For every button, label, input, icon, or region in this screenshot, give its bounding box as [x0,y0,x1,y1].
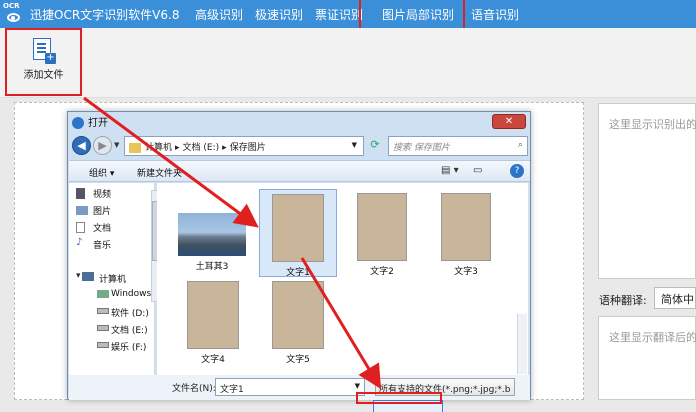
crumb-drive-e[interactable]: 文档 (E:) [183,143,220,153]
nav-item-computer[interactable]: 计算机 [99,272,126,285]
logo-text: OCR [3,2,20,10]
nav-item-drive-d[interactable]: 软件 (D:) [111,306,149,319]
organize-button[interactable]: 组织 ▾ [89,166,114,179]
search-input[interactable]: 搜索 保存图片 ⌕ [388,136,528,156]
file-item-text4[interactable]: 文字4 [177,281,249,365]
dialog-close-button[interactable]: ✕ [492,114,526,129]
address-dropdown-icon[interactable]: ▼ [352,141,357,149]
crumb-sep: ▸ [222,143,227,153]
crumb-saved-images[interactable]: 保存图片 [230,143,266,153]
preview-pane-icon[interactable]: ▭ [473,165,482,176]
refresh-icon[interactable]: ⟳ [366,136,384,156]
file-list: 土耳其3 文字1 文字2 文字3 文字4 文字5 [157,183,528,375]
open-button-highlight-box [356,392,442,404]
search-icon[interactable]: ⌕ [518,140,523,150]
navigation-pane: 视频 图片 文档 ♪ 音乐 ▾ 计算机 Windows 软件 (D:) 文档 (… [69,183,155,375]
crumb-computer[interactable]: 计算机 [145,143,172,153]
computer-icon [82,272,94,281]
nav-item-documents[interactable]: 文档 [93,221,111,234]
documents-icon [76,222,85,233]
document-photo-icon [272,281,324,349]
nav-item-drive-f[interactable]: 娱乐 (F:) [111,340,146,353]
tab-voice[interactable]: 语音识别 [471,6,519,23]
drive-e-icon [97,325,109,331]
drive-d-icon [97,308,109,314]
file-name: 文字1 [286,268,310,278]
file-item-text5[interactable]: 文字5 [262,281,334,365]
search-placeholder: 搜索 保存图片 [393,143,450,153]
filename-label: 文件名(N): [172,384,216,394]
drive-f-icon [97,342,109,348]
tab-advanced[interactable]: 高级识别 [195,6,243,23]
add-file-highlight-box [5,28,82,96]
file-name: 文字2 [370,267,394,277]
image-thumbnail-icon [178,213,246,256]
command-bar: 组织 ▾ 新建文件夹 ▤ ▾ ▭ ? [69,160,530,182]
language-select[interactable]: 简体中 [654,287,696,309]
help-icon[interactable]: ? [510,164,524,178]
new-folder-button[interactable]: 新建文件夹 [137,166,182,179]
video-icon [76,188,85,199]
windows-drive-icon [97,290,109,298]
folder-icon [129,142,141,153]
forward-arrow-icon[interactable]: ▶ [93,136,112,155]
dialog-title-bar: 打开 [70,114,108,132]
music-icon: ♪ [76,237,83,248]
nav-item-drive-e[interactable]: 文档 (E:) [111,323,148,336]
file-item-text2[interactable]: 文字2 [346,193,418,277]
dialog-app-icon [72,117,84,129]
title-bar: OCR 迅捷OCR文字识别软件V6.8 高级识别 极速识别 票证识别 图片局部识… [0,0,696,28]
nav-item-video[interactable]: 视频 [93,187,111,200]
translate-label: 语种翻译: [599,294,647,307]
nav-item-music[interactable]: 音乐 [93,238,111,251]
tab-ticket[interactable]: 票证识别 [315,6,363,23]
back-arrow-icon[interactable]: ◀ [72,136,91,155]
dialog-title: 打开 [88,118,108,129]
view-options-icon[interactable]: ▤ ▾ [441,165,459,176]
open-file-dialog: 打开 ✕ ◀ ▶ ▼ 计算机 ▸ 文档 (E:) ▸ 保存图片 ▼ ⟳ 搜索 保存图片 … [67,111,531,412]
dialog-bottom-bar: 文件名(N): 文字1 ▼ 所有支持的文件(*.png;*.jpg;*.b [69,375,530,400]
translation-placeholder: 这里显示翻译后的 [609,331,696,344]
document-photo-icon [187,281,239,349]
ocr-logo-icon: OCR [3,1,25,27]
toolbar [0,28,696,98]
file-item-text3[interactable]: 文字3 [430,193,502,277]
nav-item-pictures[interactable]: 图片 [93,204,111,217]
document-photo-icon [272,194,324,262]
app-title: 迅捷OCR文字识别软件V6.8 [30,8,180,22]
dialog-nav-row: ◀ ▶ ▼ 计算机 ▸ 文档 (E:) ▸ 保存图片 ▼ ⟳ 搜索 保存图片 ⌕ [72,135,528,157]
pictures-icon [76,206,88,215]
filename-value: 文字1 [220,385,244,395]
file-item-text1[interactable]: 文字1 [259,189,337,278]
document-photo-icon [357,193,407,261]
file-name: 文字5 [286,355,310,365]
document-photo-icon [441,193,491,261]
result-placeholder: 这里显示识别出的 [609,118,696,131]
nav-item-windows[interactable]: Windows [111,289,151,299]
crumb-sep: ▸ [175,143,180,153]
file-scrollbar[interactable] [517,314,527,374]
history-dropdown-icon[interactable]: ▼ [114,141,119,149]
file-name: 文字3 [454,267,478,277]
translation-textarea[interactable]: 这里显示翻译后的 [598,316,696,400]
filename-input[interactable]: 文字1 ▼ [215,378,365,396]
address-bar[interactable]: 计算机 ▸ 文档 (E:) ▸ 保存图片 ▼ [124,136,364,156]
result-textarea[interactable]: 这里显示识别出的 [598,103,696,279]
file-item-turkey3[interactable]: 土耳其3 [175,213,249,272]
file-name: 文字4 [201,355,225,365]
file-name: 土耳其3 [195,262,229,272]
filename-dropdown-icon[interactable]: ▼ [355,382,360,390]
tab-fast[interactable]: 极速识别 [255,6,303,23]
